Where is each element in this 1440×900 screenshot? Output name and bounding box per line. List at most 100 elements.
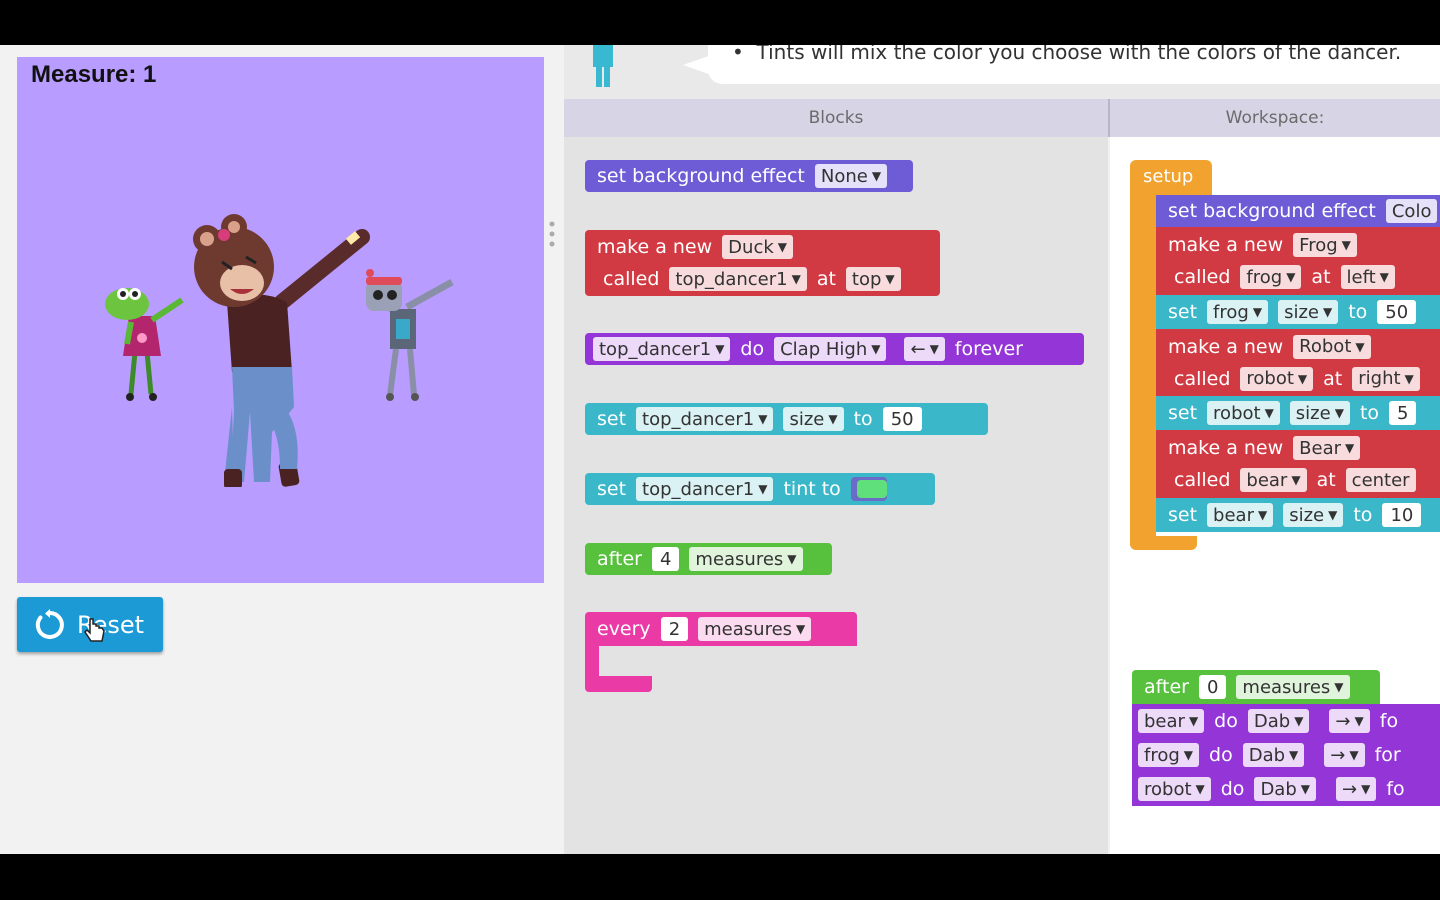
dropdown-arrow-icon: ▼ xyxy=(1286,270,1296,284)
measures-count-input[interactable]: 2 xyxy=(660,617,689,641)
block-text: make a new xyxy=(1168,234,1284,256)
sprite-dropdown[interactable]: robot ▼ xyxy=(1138,777,1211,801)
dropdown-value: top xyxy=(851,268,882,290)
block-text: do xyxy=(1214,710,1238,732)
sprite-dropdown[interactable]: bear ▼ xyxy=(1207,503,1274,527)
block-set-tint[interactable]: set top_dancer1 ▼ tint to xyxy=(585,473,935,505)
dropdown-value: Clap High xyxy=(780,338,868,360)
sprite-dropdown[interactable]: top_dancer1 ▼ xyxy=(593,337,731,361)
tint-color-picker[interactable] xyxy=(850,477,887,501)
dropdown-value: frog xyxy=(1246,266,1283,288)
dropdown-arrow-icon: ▼ xyxy=(871,342,881,356)
dropdown-value: → xyxy=(1330,744,1346,766)
ws-make-frog[interactable]: make a new Frog ▼ called frog ▼ at left ▼ xyxy=(1156,227,1440,295)
resize-handle[interactable] xyxy=(549,220,555,248)
size-value-input[interactable]: 50 xyxy=(882,407,922,431)
block-row: make a new Bear ▼ xyxy=(1168,436,1370,460)
move-dropdown[interactable]: Clap High ▼ xyxy=(774,337,887,361)
move-dropdown[interactable]: Dab ▼ xyxy=(1242,743,1305,767)
position-dropdown[interactable]: top ▼ xyxy=(845,267,901,291)
dance-party-app: Measure: 1 Reset • Tints will mix the co… xyxy=(0,45,1440,854)
costume-dropdown[interactable]: Robot ▼ xyxy=(1293,334,1371,359)
dropdown-value: bear xyxy=(1246,469,1288,491)
block-text: set xyxy=(1168,301,1198,323)
dropdown-value: Dab xyxy=(1253,710,1291,732)
unit-dropdown[interactable]: measures ▼ xyxy=(698,617,812,641)
dropdown-arrow-icon: ▼ xyxy=(1349,748,1359,762)
costume-dropdown[interactable]: Bear ▼ xyxy=(1293,436,1361,460)
property-dropdown[interactable]: size ▼ xyxy=(1283,503,1344,527)
block-make-new-sprite[interactable]: make a new Duck ▼ called top_dancer1 ▼ at … xyxy=(585,230,940,296)
property-dropdown[interactable]: size ▼ xyxy=(783,407,844,431)
block-text: for xyxy=(1374,744,1401,766)
position-dropdown[interactable]: left ▼ xyxy=(1340,265,1395,289)
sprite-name-dropdown[interactable]: frog ▼ xyxy=(1240,265,1302,289)
sprite-dropdown[interactable]: top_dancer1 ▼ xyxy=(636,477,774,501)
block-text: set background effect xyxy=(597,165,805,187)
block-text: tint to xyxy=(783,478,841,500)
measures-count-input[interactable]: 0 xyxy=(1198,675,1227,699)
block-row: make a new Duck ▼ xyxy=(597,235,803,259)
setup-block[interactable]: setup set background effect Colo make a … xyxy=(1130,160,1440,550)
sprite-dropdown[interactable]: frog ▼ xyxy=(1138,743,1200,767)
sprite-name-dropdown[interactable]: bear ▼ xyxy=(1240,468,1307,492)
ws-make-bear[interactable]: make a new Bear ▼ called bear ▼ at center xyxy=(1156,430,1440,498)
position-dropdown[interactable]: right ▼ xyxy=(1352,366,1420,391)
ws-set-frog-size[interactable]: set frog ▼ size ▼ to 50 xyxy=(1156,295,1440,329)
sprite-dropdown[interactable]: robot ▼ xyxy=(1207,401,1280,425)
ws-dance-row-bear[interactable]: bear ▼ do Dab ▼ → ▼ fo xyxy=(1132,704,1440,738)
effect-dropdown[interactable]: Colo xyxy=(1385,199,1438,223)
costume-dropdown[interactable]: Duck ▼ xyxy=(722,235,793,259)
block-every-measures[interactable]: every 2 measures ▼ xyxy=(585,612,857,692)
sprite-dropdown[interactable]: bear ▼ xyxy=(1138,709,1205,733)
size-value-input[interactable]: 10 xyxy=(1382,503,1422,527)
block-set-size[interactable]: set top_dancer1 ▼ size ▼ to 50 xyxy=(585,403,988,435)
ws-dance-row-frog[interactable]: frog ▼ do Dab ▼ → ▼ for xyxy=(1132,738,1440,772)
move-dropdown[interactable]: Dab ▼ xyxy=(1254,777,1316,801)
size-value-input[interactable]: 50 xyxy=(1377,300,1417,324)
ws-dance-row-robot[interactable]: robot ▼ do Dab ▼ → ▼ fo xyxy=(1132,772,1440,806)
property-dropdown[interactable]: size ▼ xyxy=(1289,401,1350,425)
block-row: called frog ▼ at left ▼ xyxy=(1168,265,1405,289)
block-text: set xyxy=(1168,504,1198,526)
dropdown-value: left xyxy=(1346,266,1376,288)
ws-make-robot[interactable]: make a new Robot ▼ called robot ▼ at right… xyxy=(1156,329,1440,396)
block-set-background-effect[interactable]: set background effect None ▼ xyxy=(585,160,913,192)
costume-dropdown[interactable]: Frog ▼ xyxy=(1293,233,1357,257)
dropdown-value: robot xyxy=(1213,402,1261,424)
block-after-measures[interactable]: after 4 measures ▼ xyxy=(585,543,832,575)
unit-dropdown[interactable]: measures ▼ xyxy=(1236,675,1350,699)
position-dropdown[interactable]: center xyxy=(1345,468,1416,492)
dropdown-value: robot xyxy=(1246,368,1294,389)
property-dropdown[interactable]: size ▼ xyxy=(1278,300,1339,324)
block-text: after xyxy=(597,548,642,570)
unit-dropdown[interactable]: measures ▼ xyxy=(689,547,803,571)
ws-set-background-effect[interactable]: set background effect Colo xyxy=(1156,195,1440,227)
direction-dropdown[interactable]: → ▼ xyxy=(1336,777,1377,801)
sprite-dropdown[interactable]: frog ▼ xyxy=(1207,300,1269,324)
move-dropdown[interactable]: Dab ▼ xyxy=(1247,709,1310,733)
block-do-forever[interactable]: top_dancer1 ▼ do Clap High ▼ ← ▼ forever xyxy=(585,333,1084,365)
direction-dropdown[interactable]: ← ▼ xyxy=(904,337,945,361)
block-text: set xyxy=(1168,402,1198,424)
block-text: at xyxy=(816,268,836,290)
block-text: do xyxy=(1209,744,1233,766)
sprite-name-dropdown[interactable]: top_dancer1 ▼ xyxy=(669,267,807,291)
block-text: set xyxy=(597,408,627,430)
direction-dropdown[interactable]: → ▼ xyxy=(1329,709,1370,733)
after-measures-group[interactable]: after 0 measures ▼ bear ▼ do Dab ▼ → ▼ fo frog ▼ do… xyxy=(1132,670,1440,810)
size-value-input[interactable]: 5 xyxy=(1389,401,1417,425)
block-text: called xyxy=(1174,367,1231,390)
block-text: called xyxy=(603,268,660,290)
ws-set-robot-size[interactable]: set robot ▼ size ▼ to 5 xyxy=(1156,396,1440,430)
workspace-canvas: setup set background effect Colo make a … xyxy=(1110,137,1440,854)
block-text: to xyxy=(1348,301,1368,323)
ws-set-bear-size[interactable]: set bear ▼ size ▼ to 10 xyxy=(1156,498,1440,532)
direction-dropdown[interactable]: → ▼ xyxy=(1324,743,1365,767)
ws-after-measures[interactable]: after 0 measures ▼ xyxy=(1132,670,1380,704)
sprite-name-dropdown[interactable]: robot ▼ xyxy=(1240,366,1314,391)
effect-dropdown[interactable]: None ▼ xyxy=(814,164,888,188)
sprite-dropdown[interactable]: top_dancer1 ▼ xyxy=(636,407,774,431)
block-row: called bear ▼ at center xyxy=(1168,468,1426,492)
measures-count-input[interactable]: 4 xyxy=(651,547,680,571)
